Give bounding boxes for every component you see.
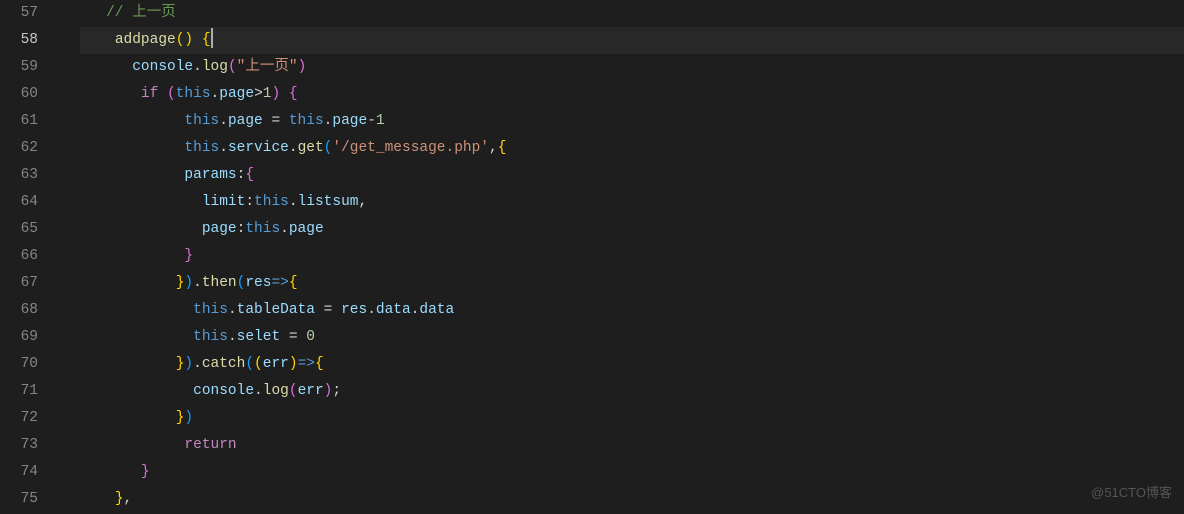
line-number: 64 <box>12 189 38 216</box>
code-line: page:this.page <box>80 216 1184 243</box>
cursor-icon <box>211 28 213 48</box>
line-number: 74 <box>12 459 38 486</box>
code-line: } <box>80 243 1184 270</box>
line-number: 70 <box>12 351 38 378</box>
line-number: 72 <box>12 405 38 432</box>
watermark: @51CTO博客 <box>1091 479 1172 506</box>
line-number: 63 <box>12 162 38 189</box>
code-line: if (this.page>1) { <box>80 81 1184 108</box>
code-line: this.service.get('/get_message.php',{ <box>80 135 1184 162</box>
fold-area <box>56 0 72 514</box>
line-number: 67 <box>12 270 38 297</box>
code-editor[interactable]: 57 58 59 60 61 62 63 64 65 66 67 68 69 7… <box>0 0 1184 514</box>
code-line: }) <box>80 405 1184 432</box>
line-number: 73 <box>12 432 38 459</box>
code-content[interactable]: // 上一页 addpage() { console.log("上一页") if… <box>72 0 1184 514</box>
code-line: this.selet = 0 <box>80 324 1184 351</box>
code-line: limit:this.listsum, <box>80 189 1184 216</box>
code-line: this.page = this.page-1 <box>80 108 1184 135</box>
line-number: 61 <box>12 108 38 135</box>
line-number: 62 <box>12 135 38 162</box>
code-line: }).then(res=>{ <box>80 270 1184 297</box>
code-line: // 上一页 <box>80 0 1184 27</box>
line-number: 65 <box>12 216 38 243</box>
line-number: 66 <box>12 243 38 270</box>
code-line: }).catch((err)=>{ <box>80 351 1184 378</box>
line-number: 75 <box>12 486 38 513</box>
code-line: return <box>80 432 1184 459</box>
code-line: params:{ <box>80 162 1184 189</box>
code-line: console.log(err); <box>80 378 1184 405</box>
line-gutter: 57 58 59 60 61 62 63 64 65 66 67 68 69 7… <box>0 0 56 514</box>
line-number: 69 <box>12 324 38 351</box>
code-line: console.log("上一页") <box>80 54 1184 81</box>
line-number: 57 <box>12 0 38 27</box>
line-number: 58 <box>12 27 38 54</box>
line-number: 59 <box>12 54 38 81</box>
code-line: }, <box>80 486 1184 513</box>
code-line: } <box>80 459 1184 486</box>
code-line: addpage() { <box>80 27 1184 54</box>
code-line: this.tableData = res.data.data <box>80 297 1184 324</box>
line-number: 71 <box>12 378 38 405</box>
line-number: 68 <box>12 297 38 324</box>
line-number: 60 <box>12 81 38 108</box>
